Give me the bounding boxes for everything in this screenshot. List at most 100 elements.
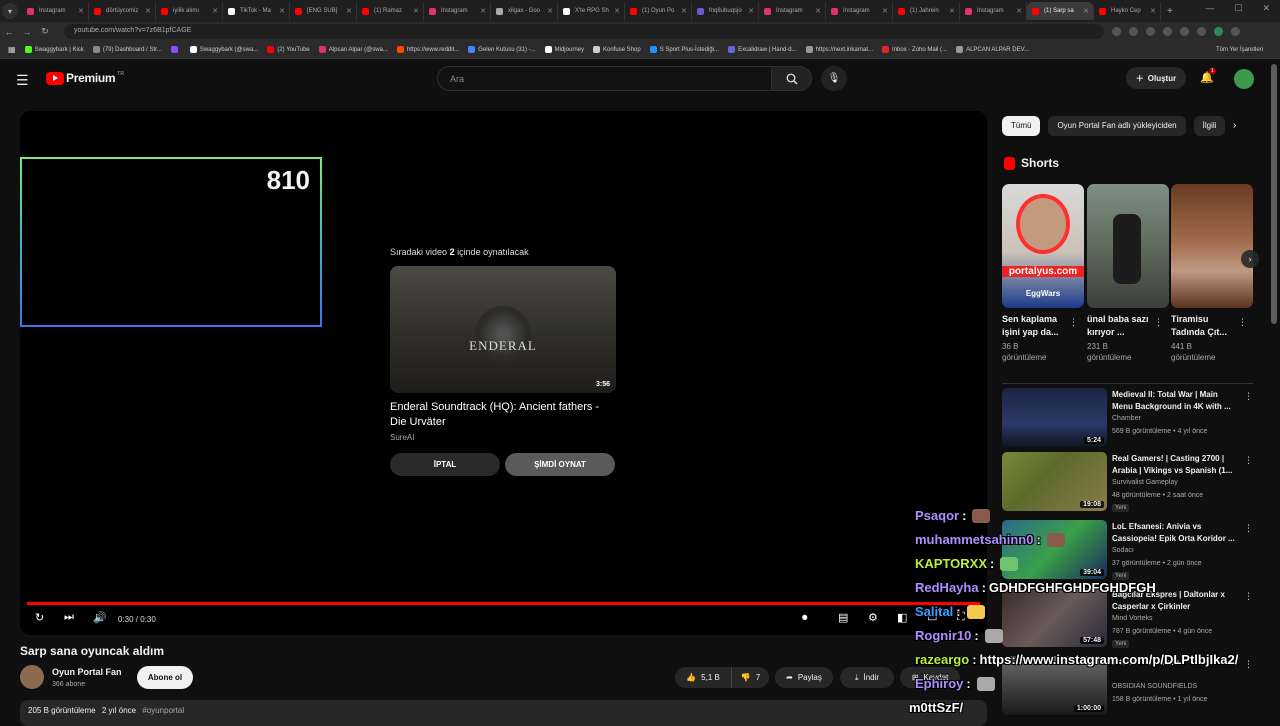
tab-close-icon[interactable]: ✕ — [212, 7, 218, 15]
tab-close-icon[interactable]: ✕ — [815, 7, 821, 15]
more-options-icon[interactable]: ⋮ — [1069, 317, 1078, 328]
tab-close-icon[interactable]: ✕ — [949, 7, 955, 15]
back-icon[interactable]: ← — [0, 27, 18, 37]
close-window-icon[interactable]: ✕ — [1262, 3, 1270, 14]
bookmark-star-icon[interactable] — [1146, 27, 1155, 36]
sidebar-icon[interactable] — [1197, 27, 1206, 36]
voice-search-button[interactable]: 🎙 — [821, 66, 847, 91]
bookmark-item[interactable]: Inbox - Zoho Mail (... — [882, 46, 947, 53]
bookmark-item[interactable]: Excalidraw | Hand-d... — [728, 46, 797, 53]
filter-chip[interactable]: Oyun Portal Fan adlı yükleyiciden — [1048, 116, 1186, 136]
forward-icon[interactable]: → — [18, 27, 36, 37]
volume-icon[interactable]: 🔊 — [93, 611, 107, 624]
apps-grid-icon[interactable]: ▦ — [8, 45, 16, 54]
bookmark-item[interactable]: ALPCAN ALPAR DEV... — [956, 46, 1029, 53]
next-video-thumbnail[interactable]: ENDERAL 3:56 — [390, 266, 616, 393]
browser-tab[interactable]: Hayko Cep ✕ — [1094, 2, 1161, 20]
bookmark-item[interactable]: Midjourney — [544, 46, 584, 53]
zoom-icon[interactable] — [1129, 27, 1138, 36]
subtitles-icon[interactable]: ▤ — [838, 611, 848, 624]
replay-icon[interactable]: ↻ — [35, 611, 44, 624]
browser-tab[interactable]: Instagram ✕ — [22, 2, 89, 20]
tab-search-button[interactable]: ▾ — [2, 3, 18, 19]
tab-close-icon[interactable]: ✕ — [1016, 7, 1022, 15]
account-avatar[interactable] — [1234, 69, 1254, 89]
tab-close-icon[interactable]: ✕ — [145, 7, 151, 15]
tab-close-icon[interactable]: ✕ — [279, 7, 285, 15]
browser-tab[interactable]: dörtüycomiz ✕ — [89, 2, 156, 20]
dislike-button[interactable]: 👎 7 — [731, 667, 769, 688]
video-player[interactable]: 810 Sıradaki video 2 içinde oynatılacak … — [20, 111, 987, 635]
filter-chip[interactable]: Tümü — [1002, 116, 1041, 136]
bookmark-item[interactable]: https://www.reddit... — [396, 46, 459, 53]
share-button[interactable]: ➦ Paylaş — [775, 667, 833, 688]
tab-close-icon[interactable]: ✕ — [480, 7, 486, 15]
more-options-icon[interactable]: ⋮ — [1244, 455, 1253, 466]
recommended-video[interactable]: 5:24 Medieval II: Total War | Main Menu … — [1002, 388, 1257, 448]
short-item[interactable]: portalyus.com EggWars Sen kaplama işini … — [1002, 184, 1084, 363]
search-input[interactable]: Ara — [437, 66, 772, 91]
tab-close-icon[interactable]: ✕ — [882, 7, 888, 15]
short-item[interactable]: ünal baba sazı kırıyor ... 231 B görüntü… — [1087, 184, 1169, 363]
bookmark-item[interactable]: Swaggybark (@swa... — [189, 46, 258, 53]
play-now-button[interactable]: ŞİMDİ OYNAT — [505, 453, 615, 476]
channel-avatar[interactable] — [20, 665, 44, 689]
bookmark-item[interactable]: (2) YouTube — [267, 46, 310, 53]
puzzle-icon[interactable] — [1180, 27, 1189, 36]
cancel-autoplay-button[interactable]: İPTAL — [390, 453, 500, 476]
next-video-title[interactable]: Enderal Soundtrack (HQ): Ancient fathers… — [390, 400, 616, 430]
tab-close-icon[interactable]: ✕ — [78, 7, 84, 15]
maximize-icon[interactable]: ☐ — [1234, 3, 1242, 14]
browser-tab[interactable]: X'te RPG Sh ✕ — [558, 2, 625, 20]
browser-tab[interactable]: Instagram ✕ — [826, 2, 893, 20]
tab-close-icon[interactable]: ✕ — [681, 7, 687, 15]
subscribe-button[interactable]: Abone ol — [137, 666, 193, 689]
browser-tab[interactable]: TikTok - Ma ✕ — [223, 2, 290, 20]
menu-icon[interactable]: ☰ — [16, 72, 29, 89]
tab-close-icon[interactable]: ✕ — [547, 7, 553, 15]
next-video-channel[interactable]: SureAI — [390, 433, 414, 442]
short-item[interactable]: Tiramisu Tadında Çıt... 441 B görüntülem… — [1171, 184, 1253, 363]
autoplay-toggle[interactable]: ⏺ — [802, 612, 808, 625]
progress-bar[interactable] — [27, 602, 980, 605]
extension-icon[interactable] — [1163, 27, 1172, 36]
more-options-icon[interactable]: ⋮ — [1244, 391, 1253, 402]
shorts-next-button[interactable]: › — [1241, 250, 1259, 268]
search-button[interactable] — [772, 66, 812, 91]
browser-tab[interactable]: (1) Jahrein ✕ — [893, 2, 960, 20]
bookmark-item[interactable]: Alpcan Alpar (@swa... — [318, 46, 388, 53]
page-scrollbar[interactable] — [1271, 64, 1277, 324]
browser-tab[interactable]: (1) Oyun Po ✕ — [625, 2, 692, 20]
tab-close-icon[interactable]: ✕ — [748, 7, 754, 15]
youtube-logo[interactable]: Premium TR — [46, 71, 124, 85]
all-bookmarks-link[interactable]: Tüm Yer İşaretleri — [1216, 47, 1263, 53]
recommended-channel[interactable]: Survivalist Gameplay — [1112, 479, 1178, 486]
browser-tab[interactable]: iyilik alımı ✕ — [156, 2, 223, 20]
bookmark-item[interactable]: S Sport Plus-İstediği... — [649, 46, 719, 53]
tab-close-icon[interactable]: ✕ — [346, 7, 352, 15]
channel-name[interactable]: Oyun Portal Fan — [52, 667, 122, 677]
settings-gear-icon[interactable]: ⚙ — [868, 611, 878, 624]
description-box[interactable]: 205 B görüntüleme 2 yıl önce #oyunportal — [20, 700, 987, 726]
tab-close-icon[interactable]: ✕ — [413, 7, 419, 15]
browser-tab[interactable]: Instagram ✕ — [424, 2, 491, 20]
profile-avatar-icon[interactable] — [1214, 27, 1223, 36]
url-field[interactable]: youtube.com/watch?v=7z6B1pfCAGE — [64, 24, 1104, 39]
tab-close-icon[interactable]: ✕ — [614, 7, 620, 15]
bookmark-item[interactable]: Swaggybark | Kick — [24, 46, 84, 53]
bookmark-item[interactable]: (79) Dashboard / Str... — [92, 46, 162, 53]
more-menu-icon[interactable] — [1231, 27, 1240, 36]
browser-tab[interactable]: [ENG SUB] ✕ — [290, 2, 357, 20]
browser-tab[interactable]: (1) Sarp sa ✕ — [1027, 2, 1094, 20]
download-button[interactable]: ⤓ İndir — [840, 667, 894, 688]
bookmark-item[interactable]: Konfuse Shop — [593, 46, 641, 53]
browser-tab[interactable]: xilgax - Goo ✕ — [491, 2, 558, 20]
more-options-icon[interactable]: ⋮ — [1154, 317, 1163, 328]
reload-icon[interactable]: ↻ — [36, 26, 54, 37]
minimize-icon[interactable]: — — [1205, 3, 1214, 14]
bookmark-item[interactable]: https://next.inkarnat... — [805, 46, 873, 53]
more-options-icon[interactable]: ⋮ — [1238, 317, 1247, 328]
chevron-right-icon[interactable]: › — [1233, 120, 1236, 131]
hashtag-link[interactable]: #oyunportal — [142, 706, 184, 715]
create-button[interactable]: ＋ Oluştur — [1126, 67, 1186, 89]
